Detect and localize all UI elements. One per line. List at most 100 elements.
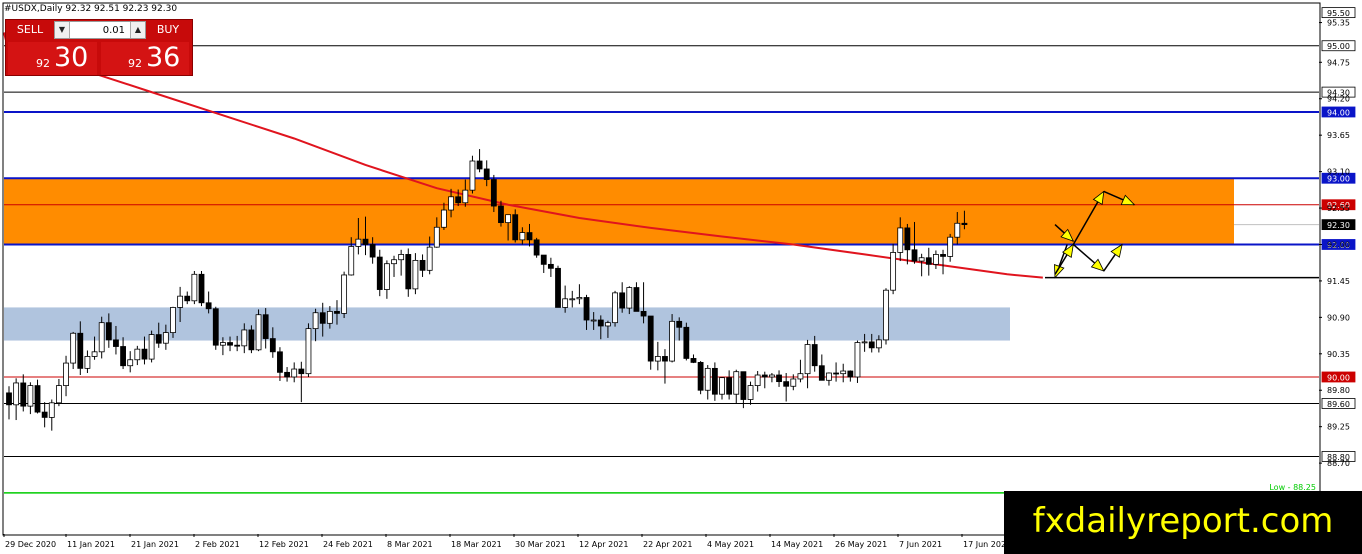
resistance-zone — [4, 178, 1234, 245]
candle-body-109 — [783, 381, 790, 387]
candle-body-85 — [612, 292, 618, 324]
candle-body-78 — [562, 298, 569, 308]
candle-body-47 — [341, 274, 348, 314]
price-tick-label-5: 92.55 — [1327, 204, 1350, 213]
candle-body-14 — [105, 322, 112, 341]
candle-body-53 — [383, 263, 390, 290]
candle-body-91 — [654, 356, 661, 362]
candle-body-16 — [120, 346, 126, 367]
price-tick-label-10: 89.80 — [1327, 386, 1350, 395]
candle-body-97 — [697, 362, 704, 391]
candle-body-83 — [597, 319, 604, 327]
candle-body-48 — [348, 246, 355, 276]
level-line-layer: Low - 88.25 — [4, 45, 1319, 494]
candle-body-36 — [262, 314, 269, 339]
candle-body-46 — [334, 310, 340, 314]
candle-body-111 — [797, 373, 804, 380]
candle-body-94 — [676, 320, 683, 328]
candle-body-61 — [441, 209, 447, 228]
candle-body-60 — [433, 226, 440, 248]
date-label-2: 21 Jan 2021 — [131, 540, 179, 549]
candle-body-57 — [412, 259, 419, 290]
candle-body-74 — [533, 239, 540, 256]
candle-body-81 — [583, 297, 590, 321]
arrow-head-6 — [1110, 243, 1123, 258]
arrow-head-2 — [1062, 243, 1074, 258]
price-label-6: 92.30 — [1327, 221, 1350, 230]
candle-body-87 — [626, 287, 633, 309]
candle-body-7 — [56, 385, 62, 404]
candle-body-106 — [761, 374, 768, 378]
candle-body-114 — [818, 365, 825, 381]
candle-body-63 — [455, 196, 462, 204]
candle-body-55 — [398, 254, 405, 261]
candle-body-1 — [13, 382, 20, 406]
date-label-5: 24 Feb 2021 — [323, 540, 373, 549]
price-label-10: 89.60 — [1327, 400, 1350, 409]
candle-body-38 — [277, 351, 283, 373]
lot-decrease-icon[interactable]: ▼ — [55, 22, 70, 38]
candle-body-26 — [191, 273, 198, 302]
date-label-14: 7 Jun 2021 — [899, 540, 942, 549]
candle-body-89 — [640, 310, 647, 317]
candle-body-34 — [248, 329, 255, 351]
candle-body-51 — [369, 244, 376, 258]
candle-body-33 — [241, 329, 248, 347]
buy-price-button[interactable]: 92 36 — [101, 42, 189, 75]
candle-body-107 — [769, 374, 775, 378]
candle-body-20 — [148, 334, 155, 360]
candle-body-2 — [20, 382, 27, 407]
candle-body-52 — [376, 256, 383, 290]
candle-body-115 — [826, 372, 832, 381]
candle-body-21 — [155, 334, 162, 344]
date-label-1: 11 Jan 2021 — [67, 540, 115, 549]
lot-size-input[interactable] — [71, 22, 129, 38]
date-label-9: 12 Apr 2021 — [579, 540, 628, 549]
candle-body-66 — [476, 160, 483, 170]
sell-button[interactable]: SELL — [8, 21, 52, 39]
candle-body-24 — [177, 295, 184, 308]
candle-body-40 — [291, 368, 298, 378]
sell-price-button[interactable]: 92 30 — [8, 42, 97, 75]
candle-body-12 — [91, 351, 98, 357]
candle-body-22 — [162, 332, 169, 344]
price-tick-label-11: 89.25 — [1327, 423, 1350, 432]
buy-button[interactable]: BUY — [146, 21, 190, 39]
candle-body-75 — [540, 254, 547, 265]
candle-body-82 — [590, 319, 597, 322]
candle-body-116 — [833, 372, 839, 375]
sell-price-big-figure: 92 — [36, 57, 50, 70]
candle-body-69 — [498, 205, 504, 224]
candle-body-92 — [662, 356, 668, 362]
price-tick-label-8: 90.90 — [1327, 313, 1350, 322]
candle-body-59 — [426, 246, 433, 271]
candle-body-35 — [255, 314, 262, 351]
candle-body-45 — [326, 310, 333, 324]
candle-body-134 — [961, 222, 968, 226]
price-axis[interactable]: 95.5095.0094.3094.0093.0092.6092.3092.00… — [1319, 7, 1356, 505]
candle-body-28 — [205, 302, 212, 310]
lot-increase-icon[interactable]: ▲ — [130, 22, 145, 38]
price-tick-label-12: 88.70 — [1327, 459, 1350, 468]
candle-body-102 — [733, 371, 740, 395]
candle-body-104 — [747, 385, 754, 400]
lot-size-box: ▼ ▲ — [54, 21, 146, 39]
candle-body-43 — [312, 312, 319, 330]
price-chart[interactable]: Low - 88.25 95.5095.0094.3094.0093.0092.… — [0, 0, 1362, 554]
candle-body-72 — [519, 232, 526, 241]
one-click-trading-panel: SELL ▼ ▲ BUY 92 30 92 36 — [5, 19, 193, 76]
price-label-3: 94.00 — [1327, 108, 1350, 117]
candle-body-95 — [683, 326, 690, 359]
candle-body-80 — [576, 297, 583, 300]
candle-body-129 — [925, 257, 932, 265]
candle-body-29 — [212, 308, 219, 346]
candle-body-10 — [77, 332, 84, 369]
candle-body-101 — [726, 377, 733, 395]
candle-body-17 — [127, 359, 134, 367]
price-tick-label-6: 92.00 — [1327, 240, 1350, 249]
candle-body-70 — [505, 214, 512, 224]
candle-body-6 — [48, 402, 55, 418]
candle-body-54 — [391, 259, 397, 265]
candle-body-30 — [219, 342, 226, 346]
candle-body-117 — [840, 370, 847, 375]
